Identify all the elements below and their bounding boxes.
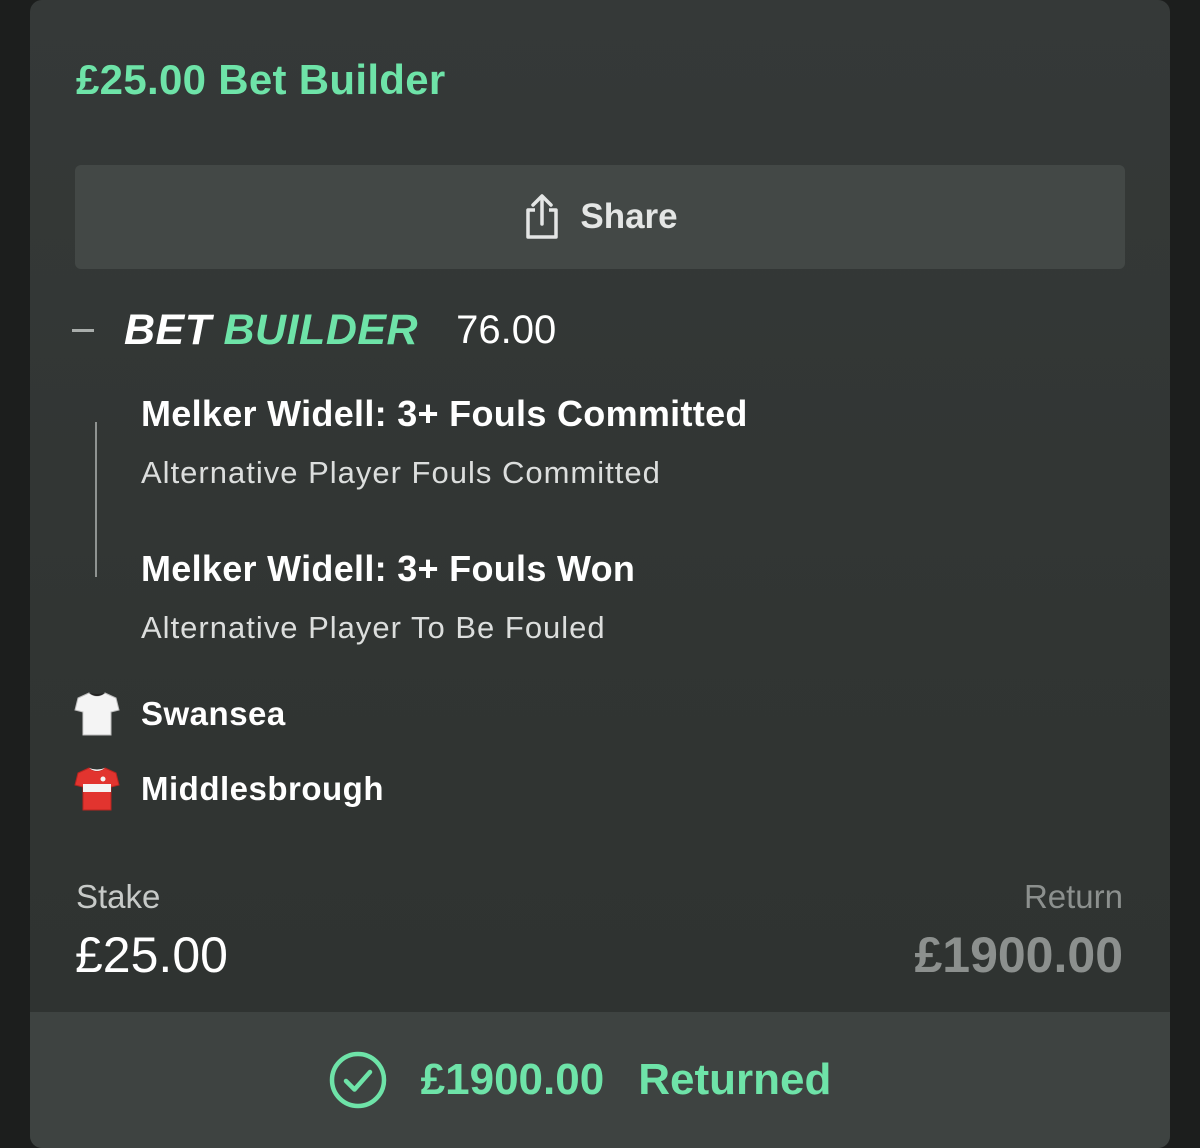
middlesbrough-shirt-icon [74,765,120,813]
team-row-home: Swansea [74,689,286,739]
result-footer: £1900.00 Returned [30,1012,1170,1148]
bet-card: £25.00 Bet Builder Share BET BUILDER 76.… [30,0,1170,1148]
share-label: Share [580,197,678,236]
leg-market: Alternative Player To Be Fouled [141,610,606,645]
legs-connector-line [95,422,97,577]
result-amount: £1900.00 [420,1055,605,1104]
return-value: £1900.00 [914,927,1123,983]
stake-label: Stake [76,878,161,915]
bet-builder-logo-builder: BUILDER [223,305,419,354]
team-row-away: Middlesbrough [74,764,384,814]
bet-builder-logo-bet: BET [124,305,212,354]
team-name-away: Middlesbrough [141,770,384,807]
share-icon [522,193,562,241]
stake-value: £25.00 [75,927,228,983]
return-label: Return [1023,878,1123,915]
team-name-home: Swansea [141,695,286,732]
leg-selection: Melker Widell: 3+ Fouls Committed [141,393,748,434]
result-status: Returned [638,1055,832,1104]
bet-odds: 76.00 [456,307,557,352]
leg-selection: Melker Widell: 3+ Fouls Won [141,548,636,589]
bet-title: £25.00 Bet Builder [76,56,446,103]
bet-builder-header: BET BUILDER 76.00 [72,303,556,357]
check-circle-icon [329,1051,387,1109]
minus-icon[interactable] [72,328,94,332]
share-button[interactable]: Share [75,165,1125,269]
leg-market: Alternative Player Fouls Committed [141,455,661,490]
swansea-shirt-icon [74,690,120,738]
